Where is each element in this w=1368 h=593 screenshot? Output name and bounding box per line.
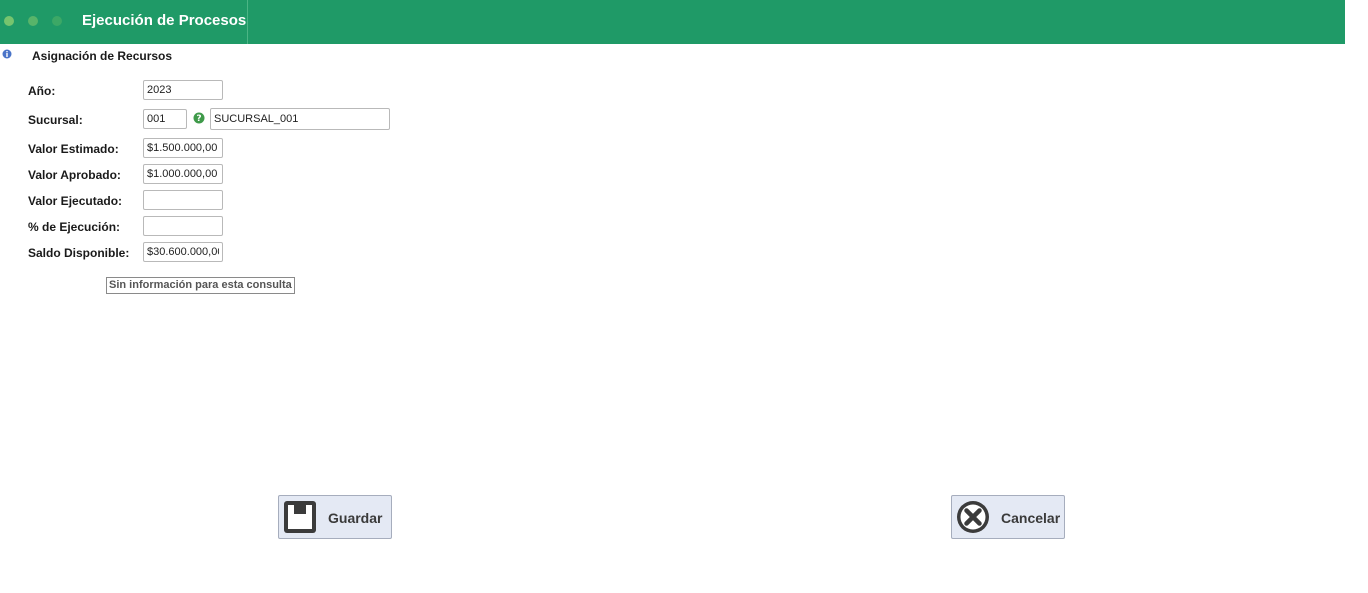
porcentaje-ejecucion-label: % de Ejecución:	[28, 220, 121, 234]
valor-estimado-label: Valor Estimado:	[28, 142, 119, 156]
anio-label: Año:	[28, 84, 56, 98]
window-title: Ejecución de Procesos	[82, 12, 247, 29]
save-button[interactable]: Guardar	[278, 495, 392, 539]
save-button-label: Guardar	[328, 510, 383, 526]
help-icon[interactable]: ?	[193, 112, 205, 124]
window-dot-icon	[28, 16, 38, 26]
valor-ejecutado-label: Valor Ejecutado:	[28, 194, 123, 208]
anio-input[interactable]	[143, 80, 223, 100]
window-dot-icon	[4, 16, 14, 26]
title-bar: Ejecución de Procesos	[0, 0, 1345, 44]
porcentaje-ejecucion-input[interactable]	[143, 216, 223, 236]
sucursal-name-input[interactable]	[210, 108, 390, 130]
window-dot-icon	[52, 16, 62, 26]
sucursal-label: Sucursal:	[28, 113, 83, 127]
valor-ejecutado-input[interactable]	[143, 190, 223, 210]
floppy-disk-icon	[284, 501, 316, 533]
sucursal-code-input[interactable]	[143, 109, 187, 129]
cancel-button[interactable]: Cancelar	[951, 495, 1065, 539]
title-divider	[247, 0, 248, 44]
section-title: Asignación de Recursos	[32, 49, 173, 63]
valor-aprobado-input[interactable]	[143, 164, 223, 184]
close-circle-icon	[957, 501, 989, 533]
saldo-disponible-input[interactable]	[143, 242, 223, 262]
saldo-disponible-label: Saldo Disponible:	[28, 246, 130, 260]
valor-aprobado-label: Valor Aprobado:	[28, 168, 121, 182]
cancel-button-label: Cancelar	[1001, 510, 1061, 526]
valor-estimado-input[interactable]	[143, 138, 223, 158]
no-data-message: Sin información para esta consulta	[106, 277, 295, 294]
info-icon[interactable]	[2, 49, 12, 59]
svg-text:?: ?	[196, 114, 201, 124]
